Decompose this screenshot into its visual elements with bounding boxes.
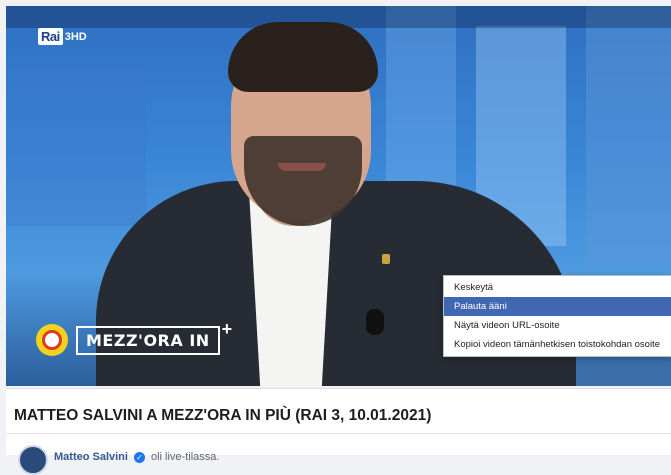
lapel-microphone <box>366 309 384 335</box>
show-clock-icon <box>36 324 68 356</box>
author-status: oli live-tilassa. <box>150 451 220 463</box>
post-author: Matteo Salvini ✓ oli live-tilassa. <box>18 439 219 475</box>
menu-item-pause[interactable]: Keskeytä <box>444 278 671 297</box>
divider <box>6 433 671 434</box>
studio-backdrop <box>6 66 146 226</box>
person-hair <box>228 22 378 92</box>
show-logo-plus: + <box>221 318 233 339</box>
author-name-link[interactable]: Matteo Salvini <box>54 451 128 463</box>
avatar[interactable] <box>18 445 48 475</box>
lapel-pin <box>382 254 390 264</box>
menu-item-show-video-url[interactable]: Näytä videon URL-osoite <box>444 316 671 335</box>
post-title: MATTEO SALVINI A MEZZ'ORA IN PIÙ (RAI 3,… <box>14 407 432 424</box>
studio-backdrop <box>586 6 671 266</box>
menu-item-copy-video-url-at-time[interactable]: Kopioi videon tämänhetkisen toistokohdan… <box>444 335 671 354</box>
menu-item-unmute[interactable]: Palauta ääni <box>444 297 671 316</box>
channel-logo: Rai 3HD <box>38 28 87 45</box>
verified-badge-icon: ✓ <box>133 451 145 463</box>
show-logo: MEZZ'ORA IN + <box>36 319 232 356</box>
video-context-menu: Keskeytä Palauta ääni Näytä videon URL-o… <box>443 275 671 357</box>
show-logo-text: MEZZ'ORA IN <box>76 325 220 355</box>
person-mouth <box>278 163 326 171</box>
channel-number: 3HD <box>64 30 87 43</box>
rai-logo-text: Rai <box>38 28 63 45</box>
post-card: MATTEO SALVINI A MEZZ'ORA IN PIÙ (RAI 3,… <box>6 388 671 475</box>
